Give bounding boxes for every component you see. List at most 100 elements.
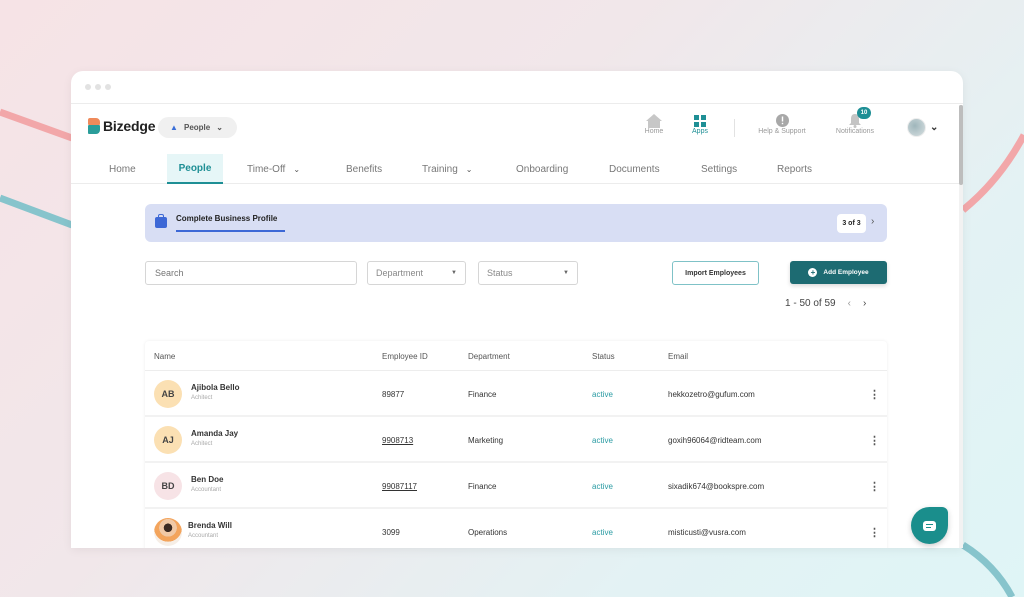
pagination-range: 1 - 50 of 59 [785, 298, 836, 309]
employee-department: Finance [468, 390, 497, 399]
more-options-icon[interactable]: ⋮ [869, 436, 880, 447]
department-select-value: Department [376, 268, 424, 278]
table-row[interactable]: AB Ajibola Bello Achitect 89877 Finance … [145, 371, 887, 417]
table-row[interactable]: Brenda Will Accountant 3099 Operations a… [145, 509, 887, 548]
window-dot-close[interactable] [85, 84, 91, 90]
status-badge: active [592, 436, 613, 445]
add-employee-label: Add Employee [823, 269, 869, 276]
employee-name[interactable]: Amanda Jay [191, 429, 238, 438]
main-nav: Home People Time-Off ⌄ Benefits Training… [71, 151, 959, 184]
nav-label: Home [109, 163, 136, 175]
caret-down-icon: ▼ [563, 270, 569, 276]
window-dot-minimize[interactable] [95, 84, 101, 90]
nav-label: Onboarding [516, 163, 569, 175]
chevron-down-icon: ⌄ [930, 122, 939, 133]
header-name[interactable]: Name [154, 352, 175, 361]
window-controls [85, 84, 111, 90]
briefcase-icon [155, 214, 167, 228]
employee-id: 89877 [382, 390, 405, 399]
top-home-button[interactable]: Home [639, 113, 669, 135]
chevron-left-icon[interactable]: ‹ [848, 298, 851, 309]
employee-email: misticusti@vusra.com [668, 528, 746, 537]
nav-label: Benefits [346, 163, 383, 175]
scrollbar-thumb[interactable] [959, 105, 963, 185]
employee-name[interactable]: Brenda Will [188, 521, 232, 530]
import-employees-button[interactable]: Import Employees [672, 261, 759, 285]
pink-stroke-left [0, 108, 74, 142]
profile-banner[interactable]: Complete Business Profile 3 of 3 › [145, 204, 887, 242]
brand-logo[interactable]: Bizedge [88, 118, 155, 134]
header-employee-id[interactable]: Employee ID [382, 352, 428, 361]
nav-people[interactable]: People [167, 154, 223, 184]
user-avatar [907, 118, 926, 137]
caret-down-icon: ▼ [451, 270, 457, 276]
pink-stroke-right [960, 133, 1024, 213]
plus-circle-icon: + [808, 268, 818, 277]
avatar: AJ [154, 426, 182, 454]
table-row[interactable]: AJ Amanda Jay Achitect 9908713 Marketing… [145, 417, 887, 463]
top-notifications-label: Notifications [835, 128, 875, 135]
chevron-right-icon[interactable]: › [871, 216, 874, 227]
add-employee-button[interactable]: + Add Employee [790, 261, 887, 284]
employee-role: Accountant [191, 487, 222, 493]
employee-role: Achitect [191, 395, 213, 401]
nav-label: Reports [777, 163, 813, 175]
top-bar: Bizedge ▲ People ⌄ Home Apps Help & Supp… [71, 105, 959, 151]
nav-training[interactable]: Training ⌄ [422, 154, 472, 184]
nav-label: Training [422, 163, 458, 175]
chat-support-button[interactable] [911, 507, 948, 544]
chevron-down-icon: ⌄ [216, 123, 223, 132]
employees-table: Name Employee ID Department Status Email… [145, 341, 887, 548]
nav-settings[interactable]: Settings [701, 154, 737, 184]
top-divider [734, 119, 735, 137]
employee-department: Operations [468, 528, 508, 537]
chevron-right-icon[interactable]: › [863, 298, 866, 309]
chevron-down-icon: ⌄ [293, 164, 301, 174]
status-badge: active [592, 390, 613, 399]
page-scrollbar[interactable] [959, 105, 963, 548]
nav-documents[interactable]: Documents [609, 154, 660, 184]
help-icon [775, 113, 789, 128]
employee-id-link[interactable]: 99087117 [382, 482, 417, 491]
more-options-icon[interactable]: ⋮ [869, 482, 880, 493]
teal-stroke-right [961, 542, 1016, 597]
employee-id-link[interactable]: 9908713 [382, 436, 413, 445]
department-select[interactable]: Department ▼ [367, 261, 466, 285]
employee-department: Marketing [468, 436, 504, 445]
employee-name[interactable]: Ajibola Bello [191, 383, 239, 392]
nav-label: Documents [609, 163, 660, 175]
table-row[interactable]: BD Ben Doe Accountant 99087117 Finance a… [145, 463, 887, 509]
person-icon: ▲ [170, 122, 178, 132]
avatar: AB [154, 380, 182, 408]
more-options-icon[interactable]: ⋮ [869, 390, 880, 401]
top-notifications-button[interactable]: 10 Notifications [829, 107, 881, 135]
employee-role: Accountant [188, 533, 219, 539]
browser-window: Bizedge ▲ People ⌄ Home Apps Help & Supp… [71, 71, 963, 548]
window-titlebar [71, 71, 963, 104]
more-options-icon[interactable]: ⋮ [869, 528, 880, 539]
status-select[interactable]: Status ▼ [478, 261, 578, 285]
nav-benefits[interactable]: Benefits [346, 154, 382, 184]
module-switcher[interactable]: ▲ People ⌄ [158, 117, 237, 138]
nav-reports[interactable]: Reports [777, 154, 812, 184]
window-dot-maximize[interactable] [105, 84, 111, 90]
search-input[interactable] [145, 261, 357, 285]
banner-step-count: 3 of 3 [837, 214, 866, 233]
top-apps-button[interactable]: Apps [685, 113, 715, 135]
header-status[interactable]: Status [592, 352, 615, 361]
status-badge: active [592, 482, 613, 491]
teal-stroke-left [0, 194, 74, 229]
employee-name[interactable]: Ben Doe [191, 475, 223, 484]
nav-onboarding[interactable]: Onboarding [516, 154, 568, 184]
banner-progress-bar [176, 230, 285, 232]
top-help-button[interactable]: Help & Support [752, 113, 812, 135]
employee-email: sixadik674@bookspre.com [668, 482, 765, 491]
employee-id: 3099 [382, 528, 400, 537]
user-menu[interactable]: ⌄ [907, 118, 938, 137]
employee-department: Finance [468, 482, 497, 491]
apps-grid-icon [694, 113, 706, 128]
header-email[interactable]: Email [668, 352, 688, 361]
nav-home[interactable]: Home [109, 154, 136, 184]
nav-time-off[interactable]: Time-Off ⌄ [247, 154, 300, 184]
header-department[interactable]: Department [468, 352, 510, 361]
